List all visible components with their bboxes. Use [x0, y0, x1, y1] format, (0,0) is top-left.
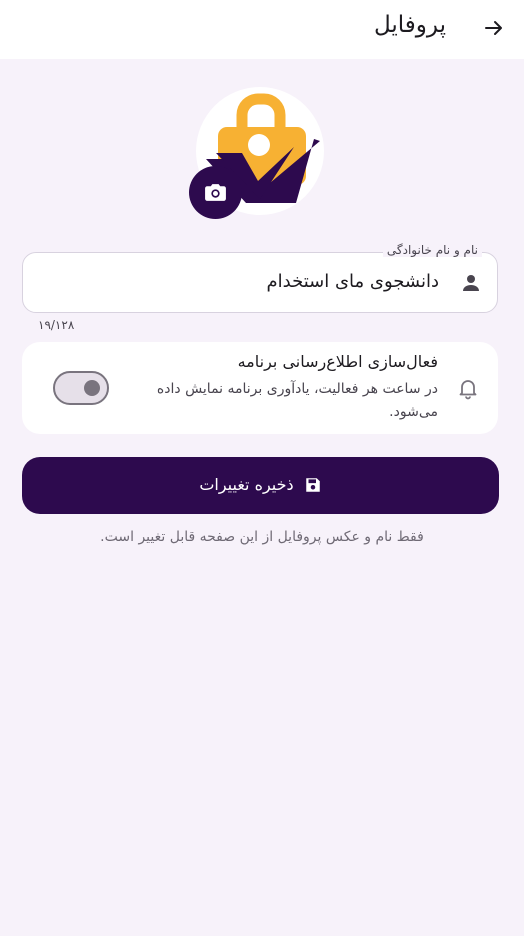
toggle-thumb [84, 380, 100, 396]
footnote: فقط نام و عکس پروفایل از این صفحه قابل ت… [100, 529, 424, 545]
camera-button[interactable] [189, 166, 242, 219]
notification-title: فعال‌سازی اطلاع‌رسانی برنامه [237, 352, 438, 371]
person-icon [459, 271, 483, 295]
save-button-label: ذخیره تغییرات [199, 475, 294, 494]
name-value: دانشجوی مای استخدام [266, 271, 439, 292]
character-counter: ۱۹/۱۲۸ [38, 318, 75, 332]
save-icon [304, 476, 322, 494]
app-bar: پروفایل [0, 0, 524, 59]
page-title: پروفایل [373, 12, 446, 38]
notification-card: فعال‌سازی اطلاع‌رسانی برنامه در ساعت هر … [22, 342, 498, 434]
notification-description: در ساعت هر فعالیت، یادآوری برنامه نمایش … [156, 381, 438, 420]
name-field-label: نام و نام خانوادگی [382, 243, 482, 257]
notification-toggle[interactable] [53, 371, 109, 405]
save-button[interactable]: ذخیره تغییرات [22, 457, 499, 514]
name-field[interactable]: دانشجوی مای استخدام [22, 252, 498, 313]
bell-icon [456, 376, 480, 400]
arrow-forward-icon[interactable] [482, 16, 506, 40]
